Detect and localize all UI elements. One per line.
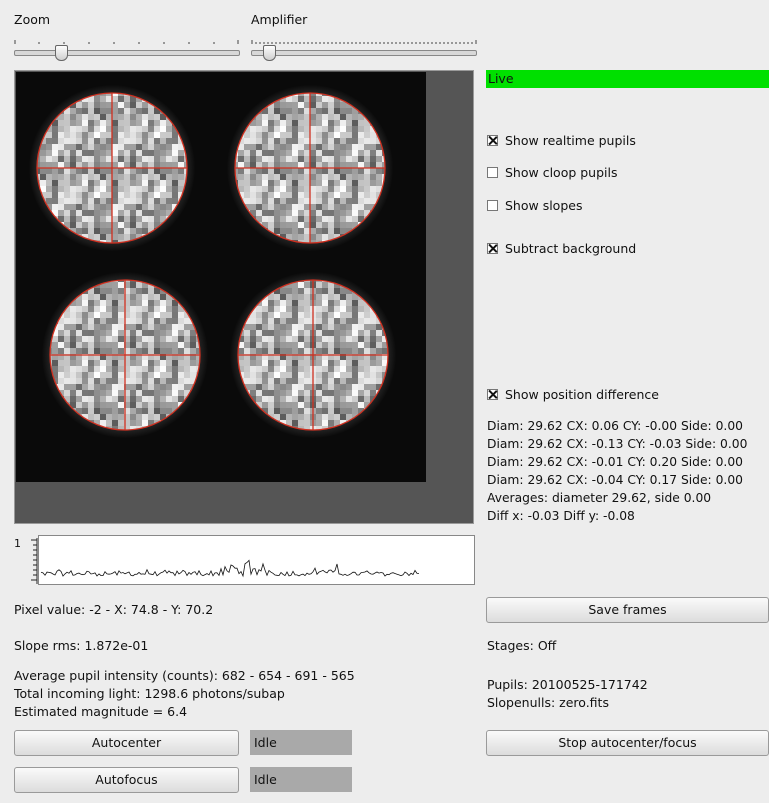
checkbox-box[interactable] <box>487 242 498 254</box>
zoom-slider-track[interactable] <box>14 50 240 56</box>
pupil-4 <box>230 272 396 438</box>
show-position-difference-checkbox[interactable]: Show position difference <box>487 386 659 402</box>
pupil-diff: Diff x: -0.03 Diff y: -0.08 <box>487 509 635 523</box>
slope-rms-readout: Slope rms: 1.872e-01 <box>14 638 149 653</box>
autocenter-button[interactable]: Autocenter <box>14 730 239 756</box>
zoom-slider[interactable] <box>14 38 240 62</box>
zoom-label: Zoom <box>14 12 51 27</box>
checkbox-box[interactable] <box>487 134 498 146</box>
show-realtime-pupils-checkbox[interactable]: Show realtime pupils <box>487 132 636 148</box>
wavefront-sensor-image <box>16 72 426 482</box>
pupil-1-stats: Diam: 29.62 CX: 0.06 CY: -0.00 Side: 0.0… <box>487 419 743 433</box>
autofocus-status: Idle <box>250 767 352 792</box>
checkbox-label: Show position difference <box>505 386 659 402</box>
total-incoming-light: Total incoming light: 1298.6 photons/sub… <box>14 686 285 701</box>
stages-status: Stages: Off <box>487 638 557 653</box>
pupil-3 <box>42 272 208 438</box>
amplifier-slider-ticks <box>251 40 477 44</box>
pupil-2-stats: Diam: 29.62 CX: -0.13 CY: -0.03 Side: 0.… <box>487 437 748 451</box>
checkbox-box[interactable] <box>487 199 498 211</box>
checkbox-label: Show cloop pupils <box>505 164 618 180</box>
plot-ytick-label: 1 <box>14 537 21 550</box>
amplifier-slider[interactable] <box>251 38 477 62</box>
checkbox-label: Subtract background <box>505 240 637 256</box>
autofocus-button[interactable]: Autofocus <box>14 767 239 793</box>
amplifier-slider-thumb[interactable] <box>262 45 276 61</box>
stop-autocenter-focus-button[interactable]: Stop autocenter/focus <box>486 730 769 756</box>
checkbox-label: Show slopes <box>505 197 583 213</box>
subtract-background-checkbox[interactable]: Subtract background <box>487 240 636 256</box>
slope-history-plot <box>38 535 475 585</box>
amplifier-label: Amplifier <box>251 12 308 27</box>
pupil-3-stats: Diam: 29.62 CX: -0.01 CY: 0.20 Side: 0.0… <box>487 455 743 469</box>
show-cloop-pupils-checkbox[interactable]: Show cloop pupils <box>487 164 618 180</box>
camera-image-panel[interactable] <box>14 70 474 524</box>
avg-pupil-intensity: Average pupil intensity (counts): 682 - … <box>14 668 355 683</box>
checkbox-label: Show realtime pupils <box>505 132 636 148</box>
checkbox-box[interactable] <box>487 388 498 400</box>
pixel-value-readout: Pixel value: -2 - X: 74.8 - Y: 70.2 <box>14 602 214 617</box>
pupil-4-stats: Diam: 29.62 CX: -0.04 CY: 0.17 Side: 0.0… <box>487 473 743 487</box>
zoom-slider-thumb[interactable] <box>55 45 69 61</box>
slope-history-trace <box>40 559 420 578</box>
pupil-2 <box>227 85 393 251</box>
checkbox-box[interactable] <box>487 166 498 178</box>
show-slopes-checkbox[interactable]: Show slopes <box>487 197 582 213</box>
estimated-magnitude: Estimated magnitude = 6.4 <box>14 704 188 719</box>
pupil-averages: Averages: diameter 29.62, side 0.00 <box>487 491 712 505</box>
amplifier-slider-track[interactable] <box>251 50 477 56</box>
pupils-file: Pupils: 20100525-171742 <box>487 677 648 692</box>
pupil-1 <box>29 85 195 251</box>
live-indicator: Live <box>486 70 769 88</box>
zoom-slider-ticks <box>14 40 239 44</box>
slopenulls-file: Slopenulls: zero.fits <box>487 695 609 710</box>
autocenter-status: Idle <box>250 730 352 755</box>
save-frames-button[interactable]: Save frames <box>486 597 769 623</box>
